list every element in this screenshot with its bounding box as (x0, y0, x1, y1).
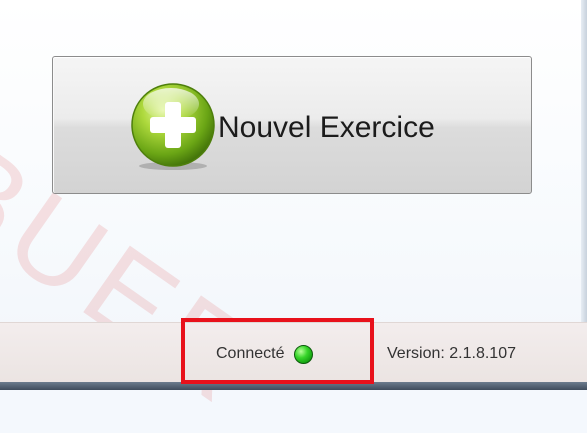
green-dot-icon (293, 344, 313, 364)
taskbar-edge (0, 382, 587, 390)
version-label: Version: 2.1.8.107 (387, 345, 516, 362)
app-window: BUER Nouvel Exercice Connecté Version: 2… (0, 0, 587, 431)
connection-status: Connecté (216, 343, 313, 365)
window-edge (581, 0, 587, 322)
plus-circle-icon (131, 83, 215, 170)
new-exercise-label: Nouvel Exercice (218, 111, 435, 144)
connection-label: Connecté (216, 345, 285, 362)
new-exercise-button[interactable]: Nouvel Exercice (52, 56, 532, 194)
